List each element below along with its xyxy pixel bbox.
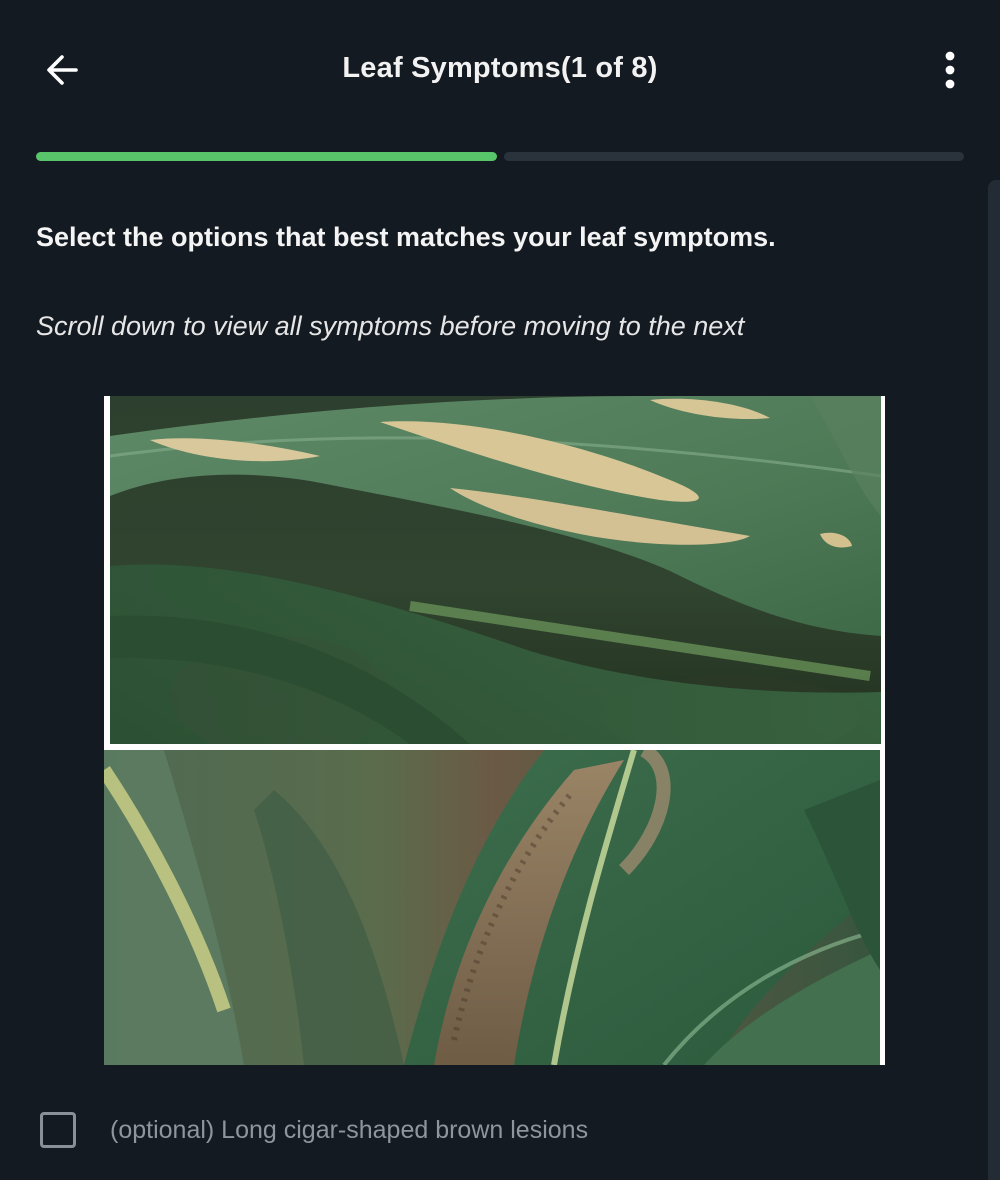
instruction-text: Select the options that best matches you… (36, 222, 776, 252)
leaf-photo-bottom (104, 750, 880, 1065)
option-label: (optional) Long cigar-shaped brown lesio… (110, 1115, 589, 1144)
checkbox[interactable] (40, 1112, 76, 1148)
more-vertical-icon (943, 50, 957, 95)
back-button[interactable] (30, 44, 94, 100)
step-progress-bar (36, 152, 964, 161)
option-cigar-lesions[interactable]: (optional) Long cigar-shaped brown lesio… (40, 1112, 588, 1148)
leaf-photo-top (110, 396, 881, 744)
progress-segment-remaining (503, 152, 964, 161)
scroll-hint: Scroll down to view all symptoms before … (36, 311, 745, 341)
app-header: Leaf Symptoms(1 of 8) (0, 0, 1000, 140)
more-options-button[interactable] (928, 44, 972, 100)
symptom-image (104, 396, 885, 1065)
arrow-left-icon (42, 50, 82, 95)
progress-segment-completed (36, 152, 497, 161)
symptom-screen: Leaf Symptoms(1 of 8) Select the options… (0, 0, 1000, 1180)
scrollbar[interactable] (988, 180, 1000, 1180)
page-title: Leaf Symptoms(1 of 8) (342, 52, 658, 84)
